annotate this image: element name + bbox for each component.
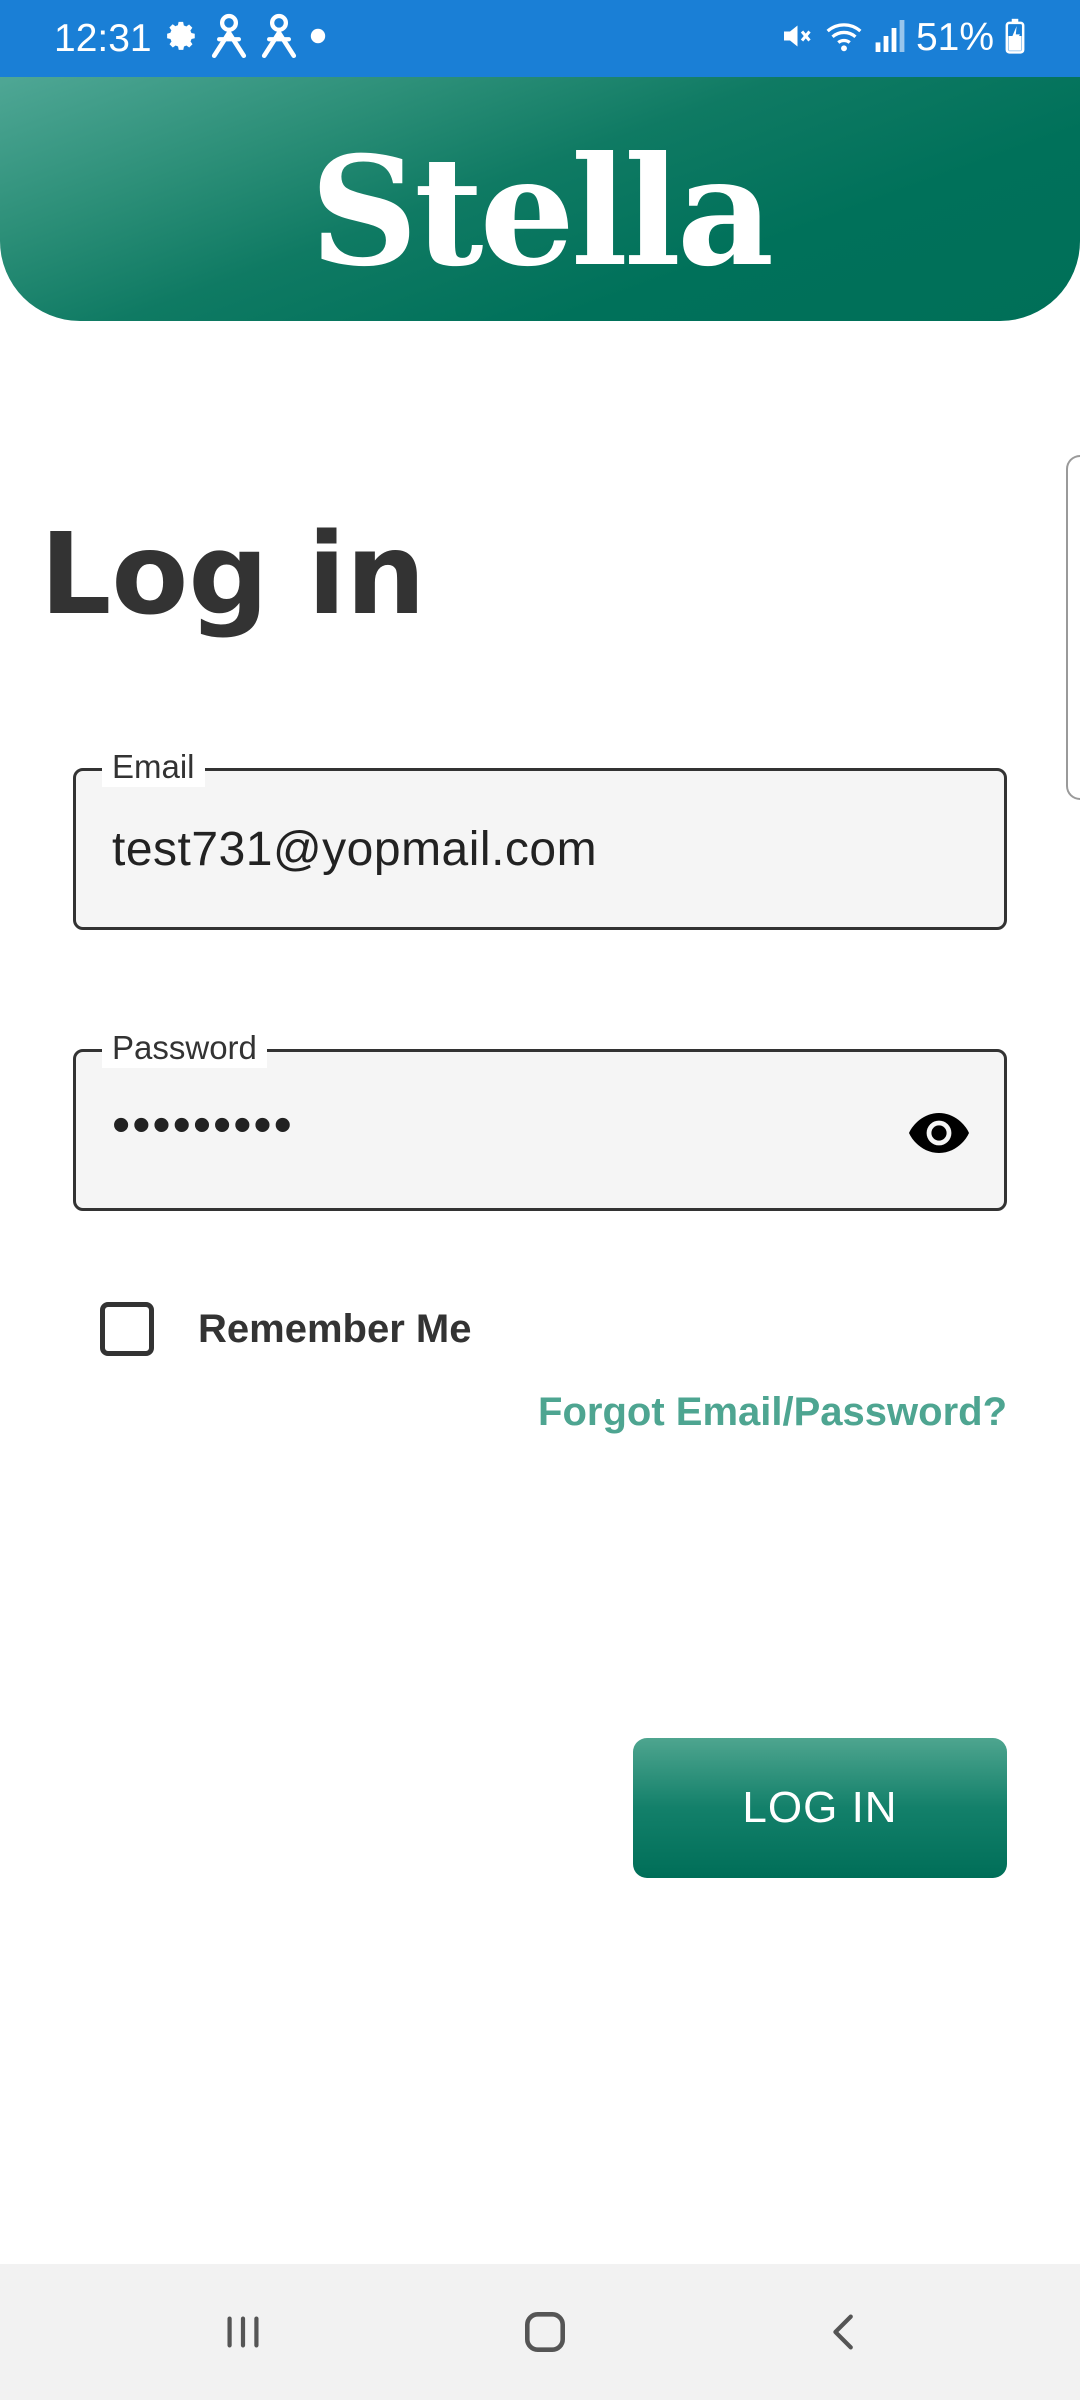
password-field[interactable]: Password ••••••••• (73, 1028, 1007, 1211)
status-notification-icons (165, 13, 327, 64)
battery-charging-icon (1004, 18, 1026, 59)
home-icon[interactable] (500, 2292, 590, 2372)
remember-me-label[interactable]: Remember Me (198, 1307, 471, 1352)
status-time: 12:31 (54, 17, 152, 60)
password-input[interactable]: ••••••••• (112, 1096, 294, 1154)
gear-icon (165, 19, 199, 58)
page-title: Log in (40, 510, 426, 640)
email-field-label: Email (102, 747, 205, 787)
accessibility-person-icon (259, 13, 299, 64)
wifi-icon (824, 18, 864, 59)
accessibility-person-icon (209, 13, 249, 64)
signal-icon (874, 18, 906, 59)
remember-me-checkbox[interactable] (100, 1302, 154, 1356)
eye-icon[interactable] (906, 1100, 972, 1166)
battery-level: 51% (915, 16, 994, 59)
remember-me-row[interactable]: Remember Me (100, 1301, 471, 1357)
system-nav-bar (0, 2264, 1080, 2400)
forgot-email-password-link[interactable]: Forgot Email/Password? (538, 1386, 1007, 1438)
app-header: Stella (0, 77, 1080, 321)
status-system-icons: 51% (778, 14, 1026, 62)
login-button-label: LOG IN (742, 1783, 898, 1832)
brand-logo: Stella (309, 124, 774, 300)
dot-icon (309, 27, 327, 50)
email-field[interactable]: Email test731@yopmail.com (73, 747, 1007, 930)
mute-icon (778, 18, 814, 59)
edge-panel-handle[interactable] (1066, 455, 1080, 800)
recents-icon[interactable] (198, 2292, 288, 2372)
password-field-label: Password (102, 1028, 267, 1068)
back-icon[interactable] (800, 2292, 890, 2372)
login-button[interactable]: LOG IN (633, 1738, 1007, 1878)
status-bar: 12:31 51% (0, 0, 1080, 77)
email-input[interactable]: test731@yopmail.com (112, 821, 597, 879)
